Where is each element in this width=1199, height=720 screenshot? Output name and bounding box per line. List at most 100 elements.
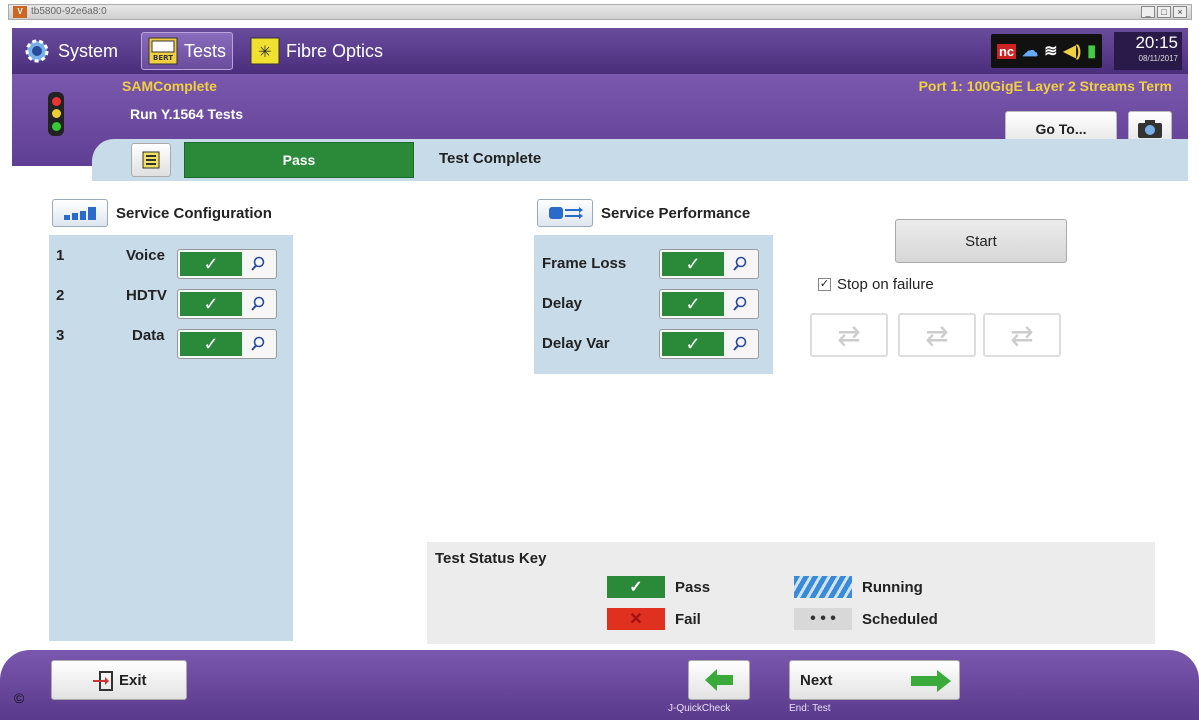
svg-text:BERT: BERT	[153, 54, 173, 62]
row-label: Delay Var	[542, 335, 610, 352]
status-message: Test Complete	[439, 150, 542, 167]
test-status-key: Test Status Key ✓ Pass Running ✕ Fail • …	[427, 542, 1155, 644]
app-title: SAMComplete	[122, 78, 217, 94]
minimize-icon[interactable]: _	[1141, 6, 1155, 18]
arrow-left-icon	[705, 669, 733, 691]
frame-loss-result[interactable]: ✓	[659, 249, 759, 279]
magnifier-icon[interactable]	[724, 296, 756, 312]
check-icon: ✓	[180, 332, 242, 356]
row-label: HDTV	[126, 286, 167, 304]
camera-icon	[1138, 120, 1162, 138]
back-caption: J-QuickCheck	[668, 703, 731, 714]
check-icon: ✓	[607, 576, 665, 598]
exit-button[interactable]: Exit	[51, 660, 187, 700]
ellipsis-icon: • • •	[794, 608, 852, 630]
tab-system[interactable]: System	[22, 32, 118, 70]
checkbox-label: Stop on failure	[837, 276, 934, 293]
row-label: Frame Loss	[542, 255, 627, 272]
traffic-light-icon	[48, 92, 64, 136]
hdtv-result[interactable]: ✓	[177, 289, 277, 319]
nc-icon: nc	[996, 43, 1017, 59]
loopback-direction-icon: ⇄	[810, 313, 888, 357]
overall-result-badge: Pass	[184, 142, 414, 178]
laser-icon: ✳	[250, 36, 280, 66]
delay-result[interactable]: ✓	[659, 289, 759, 319]
tab-tests[interactable]: BERT Tests	[141, 32, 234, 70]
remote-disconnected-icon: ☁	[1022, 43, 1039, 60]
battery-icon: ▮	[1087, 43, 1096, 60]
check-icon: ✓	[662, 332, 724, 356]
clock-time: 20:15	[1135, 33, 1178, 52]
window-controls: _ □ ×	[1141, 6, 1187, 18]
voice-result[interactable]: ✓	[177, 249, 277, 279]
next-label: Next	[800, 671, 833, 689]
stop-on-failure-checkbox[interactable]: ✓ Stop on failure	[818, 276, 934, 293]
perf-row-delay: Delay	[542, 295, 582, 312]
key-label: Fail	[675, 610, 701, 628]
service-performance-header: Service Performance	[537, 199, 750, 227]
window-title: tb5800-92e6a8:0	[31, 6, 107, 17]
section-title: Service Configuration	[116, 204, 272, 222]
network-arrows-icon	[537, 199, 593, 227]
delay-var-result[interactable]: ✓	[659, 329, 759, 359]
tab-label: Tests	[184, 40, 227, 61]
magnifier-icon[interactable]	[724, 256, 756, 272]
magnifier-icon[interactable]	[242, 296, 274, 312]
bert-icon: BERT	[148, 36, 178, 66]
row-label: Voice	[126, 246, 165, 264]
window-title-bar: V tb5800-92e6a8:0 _ □ ×	[8, 4, 1192, 20]
next-button[interactable]: Next	[789, 660, 960, 700]
key-pass: ✓ Pass	[607, 576, 710, 598]
x-icon: ✕	[607, 608, 665, 630]
bidirectional-icon: ⇄	[898, 313, 976, 357]
row-index: 2	[56, 286, 65, 304]
status-key-title: Test Status Key	[435, 550, 547, 567]
tab-label: Fibre Optics	[286, 40, 384, 61]
perf-row-delay-var: Delay Var	[542, 335, 610, 352]
exit-icon	[93, 671, 113, 691]
key-label: Running	[862, 578, 923, 596]
magnifier-icon[interactable]	[242, 336, 274, 352]
clock: 20:15 08/11/2017	[1114, 32, 1182, 70]
key-running: Running	[794, 576, 923, 598]
arrow-right-icon	[911, 670, 951, 692]
key-scheduled: • • • Scheduled	[794, 608, 938, 630]
check-icon: ✓	[662, 252, 724, 276]
port-label: Port 1: 100GigE Layer 2 Streams Term	[918, 78, 1172, 94]
row-index: 3	[56, 326, 65, 344]
perf-row-frame-loss: Frame Loss	[542, 255, 626, 272]
row-label: Delay	[542, 295, 583, 312]
key-label: Scheduled	[862, 610, 938, 628]
results-list-button[interactable]	[131, 143, 171, 177]
check-icon: ✓	[662, 292, 724, 316]
exit-label: Exit	[119, 671, 147, 689]
clock-date: 08/11/2017	[1138, 54, 1178, 63]
endpoint-direction-icon: ⇄	[983, 313, 1061, 357]
volume-icon[interactable]: ◀)	[1064, 41, 1082, 61]
row-label: Data	[132, 326, 165, 344]
row-index: 1	[56, 246, 65, 264]
wifi-icon: ≋	[1044, 43, 1058, 60]
app-icon: V	[13, 6, 27, 18]
key-fail: ✕ Fail	[607, 608, 701, 630]
section-title: Service Performance	[601, 204, 751, 222]
tab-fibre-optics[interactable]: ✳ Fibre Optics	[250, 32, 383, 70]
key-label: Pass	[675, 578, 711, 596]
magnifier-icon[interactable]	[242, 256, 274, 272]
magnifier-icon[interactable]	[724, 336, 756, 352]
close-icon[interactable]: ×	[1173, 6, 1187, 18]
check-icon: ✓	[180, 252, 242, 276]
page-subtitle: Run Y.1564 Tests	[130, 106, 244, 122]
status-icons: nc ☁ ≋ ◀) ▮	[990, 34, 1102, 68]
service-configuration-header: Service Configuration	[52, 199, 272, 227]
gear-icon	[22, 36, 52, 66]
checkbox-icon[interactable]: ✓	[818, 278, 831, 291]
tab-label: System	[58, 40, 119, 61]
start-button[interactable]: Start	[895, 219, 1067, 263]
top-navigation-bar: System BERT Tests ✳ Fibre Optics nc ☁ ≋ …	[12, 28, 1188, 74]
back-button[interactable]	[688, 660, 750, 700]
next-caption: End: Test	[789, 703, 831, 714]
maximize-icon[interactable]: □	[1157, 6, 1171, 18]
data-result[interactable]: ✓	[177, 329, 277, 359]
svg-text:✳: ✳	[258, 44, 271, 61]
